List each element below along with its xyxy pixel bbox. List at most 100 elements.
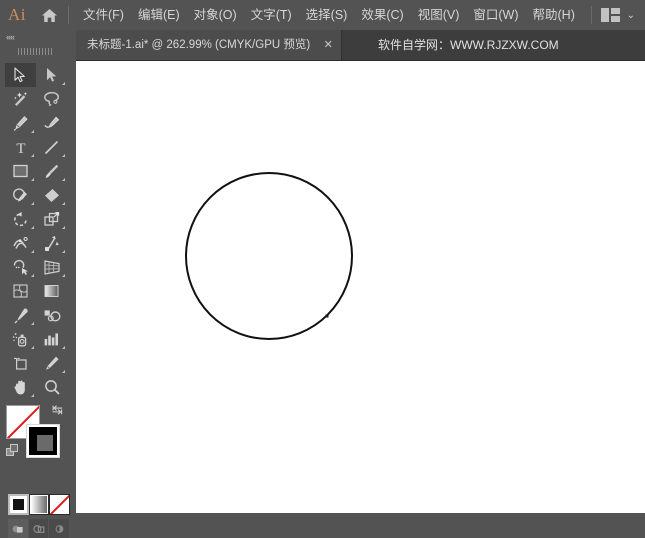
- tool-row: [5, 87, 67, 111]
- swap-fill-stroke-icon[interactable]: ↹: [52, 403, 63, 416]
- line-segment-tool[interactable]: [36, 135, 67, 159]
- home-icon[interactable]: [34, 8, 64, 23]
- tool-flyout-indicator: [31, 154, 34, 157]
- selection-tool[interactable]: [5, 63, 36, 87]
- tool-grid: T: [5, 63, 67, 399]
- tool-row: [5, 351, 67, 375]
- rotate-tool-icon: [13, 211, 27, 226]
- document-tab[interactable]: 未标题-1.ai* @ 262.99% (CMYK/GPU 预览) ✕: [76, 30, 343, 60]
- menu-item-window[interactable]: 窗口(W): [466, 4, 525, 27]
- draw-behind-button[interactable]: [28, 519, 50, 538]
- type-tool[interactable]: T: [5, 135, 36, 159]
- mesh-tool[interactable]: [5, 279, 36, 303]
- paintbrush-tool-icon: [45, 164, 59, 178]
- gradient-swatch: [30, 496, 48, 513]
- close-icon[interactable]: ✕: [315, 30, 341, 60]
- menu-bar-right: ⌄: [590, 0, 641, 30]
- tool-row: [5, 183, 67, 207]
- lasso-tool[interactable]: [36, 87, 67, 111]
- color-mode-buttons: [8, 494, 70, 515]
- default-fill-stroke-icon[interactable]: [6, 444, 19, 457]
- menu-item-effect[interactable]: 效果(C): [354, 4, 410, 27]
- tool-row: [5, 231, 67, 255]
- width-tool[interactable]: [5, 231, 36, 255]
- menu-item-select[interactable]: 选择(S): [299, 4, 355, 27]
- gradient-button[interactable]: [28, 494, 50, 515]
- eyedropper-tool[interactable]: [5, 303, 36, 327]
- shaper-tool-icon: [12, 187, 27, 202]
- menu-divider: [68, 6, 69, 24]
- scale-tool[interactable]: [36, 207, 67, 231]
- stroke-swatch[interactable]: [26, 424, 60, 458]
- none-button[interactable]: [49, 494, 70, 515]
- magic-wand-tool[interactable]: [5, 87, 36, 111]
- document-tab-title: 未标题-1.ai* @ 262.99% (CMYK/GPU 预览): [87, 39, 311, 51]
- curvature-tool-icon: [43, 116, 59, 128]
- canvas-area[interactable]: [76, 60, 645, 513]
- curvature-tool[interactable]: [36, 111, 67, 135]
- pen-tool[interactable]: [5, 111, 36, 135]
- anchor-point-marker[interactable]: [325, 314, 329, 318]
- draw-normal-icon: [12, 525, 23, 533]
- eyedropper-tool-icon: [14, 308, 28, 323]
- circle-path[interactable]: [185, 172, 353, 340]
- symbol-sprayer-tool[interactable]: [5, 327, 36, 351]
- solid-color-swatch: [13, 499, 24, 510]
- paintbrush-tool[interactable]: [36, 159, 67, 183]
- eraser-tool[interactable]: [36, 183, 67, 207]
- default-fill-box: [10, 444, 18, 452]
- tool-row: [5, 279, 67, 303]
- zoom-tool[interactable]: [36, 375, 67, 399]
- free-transform-tool[interactable]: [36, 231, 67, 255]
- draw-normal-button[interactable]: [8, 519, 29, 538]
- gradient-tool[interactable]: [36, 279, 67, 303]
- color-button[interactable]: [8, 494, 29, 515]
- menu-item-object[interactable]: 对象(O): [187, 4, 244, 27]
- rectangle-tool-icon: [13, 164, 28, 178]
- shape-builder-tool[interactable]: [5, 255, 36, 279]
- tool-flyout-indicator: [31, 274, 34, 277]
- tool-flyout-indicator: [31, 322, 34, 325]
- line-segment-tool-icon: [44, 140, 59, 154]
- workspace-layout-icon[interactable]: [600, 8, 620, 22]
- blend-tool[interactable]: [36, 303, 67, 327]
- menu-item-edit[interactable]: 编辑(E): [131, 4, 187, 27]
- home-icon-glyph: [41, 8, 57, 22]
- svg-text:T: T: [16, 141, 25, 156]
- collapse-panel-button[interactable]: ««: [0, 30, 72, 44]
- column-graph-tool-icon: [44, 333, 58, 346]
- chevron-down-icon[interactable]: ⌄: [627, 10, 635, 21]
- menu-item-help[interactable]: 帮助(H): [526, 4, 582, 27]
- tool-flyout-indicator: [31, 346, 34, 349]
- watermark-text: 软件自学网：WWW.RJZXW.COM: [378, 38, 559, 52]
- type-tool-icon: T: [16, 141, 25, 156]
- slice-tool[interactable]: [36, 351, 67, 375]
- rectangle-tool[interactable]: [5, 159, 36, 183]
- menu-item-view[interactable]: 视图(V): [411, 4, 467, 27]
- app-logo: Ai: [8, 5, 26, 24]
- hand-tool[interactable]: [5, 375, 36, 399]
- tool-flyout-indicator: [62, 274, 65, 277]
- draw-inside-button[interactable]: [49, 519, 71, 538]
- shaper-tool[interactable]: [5, 183, 36, 207]
- rotate-tool[interactable]: [5, 207, 36, 231]
- fill-stroke-controls: ↹: [6, 403, 70, 467]
- illustrator-window: Ai 文件(F) 编辑(E) 对象(O) 文字(T) 选择(S) 效果(C) 视…: [0, 0, 645, 538]
- free-transform-tool-icon: [44, 235, 59, 251]
- perspective-grid-tool[interactable]: [36, 255, 67, 279]
- shape-builder-tool-icon: [13, 259, 28, 275]
- tool-flyout-indicator: [62, 226, 65, 229]
- column-graph-tool[interactable]: [36, 327, 67, 351]
- panel-drag-handle[interactable]: [0, 44, 72, 58]
- tool-row: [5, 63, 67, 87]
- menu-item-file[interactable]: 文件(F): [76, 4, 131, 27]
- direct-selection-tool[interactable]: [36, 63, 67, 87]
- artboard-tool[interactable]: [5, 351, 36, 375]
- tools-panel: «« T ↹: [0, 30, 76, 538]
- menu-item-type[interactable]: 文字(T): [244, 4, 299, 27]
- tool-row: [5, 159, 67, 183]
- tool-flyout-indicator: [62, 370, 65, 373]
- tool-flyout-indicator: [31, 250, 34, 253]
- tool-row: [5, 327, 67, 351]
- eraser-tool-icon: [44, 188, 59, 202]
